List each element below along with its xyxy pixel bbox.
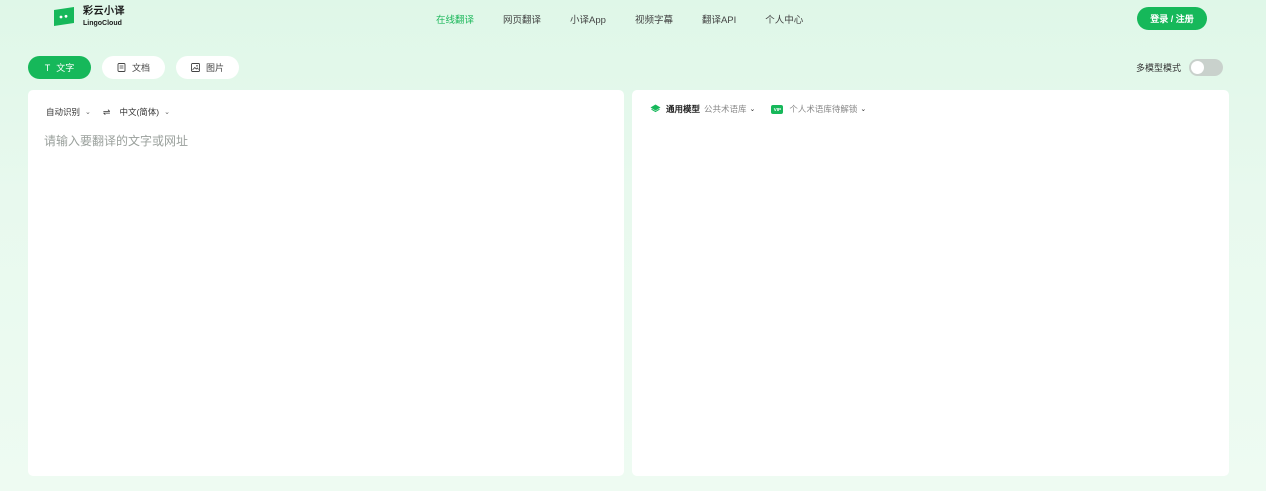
vip-badge-icon: VIP — [771, 104, 784, 114]
source-language-label: 自动识别 — [46, 107, 81, 117]
target-language-select[interactable]: 中文(简体) ⌄ — [119, 106, 170, 118]
multi-model-label: 多模型模式 — [1136, 63, 1182, 73]
multi-model-toggle-group: 多模型模式 — [1136, 59, 1224, 76]
source-text-input[interactable] — [44, 132, 604, 452]
tab-document-label: 文档 — [131, 63, 150, 73]
model-name: 通用模型 — [666, 104, 701, 114]
app-name-en: LingoCloud — [83, 20, 122, 27]
layers-icon — [650, 104, 661, 115]
language-bar: 自动识别 ⌄ ⇌ 中文(简体) ⌄ — [46, 106, 170, 118]
tab-image[interactable]: 图片 — [176, 56, 239, 79]
nav-app[interactable]: 小译App — [570, 12, 606, 26]
app-logo[interactable]: 彩云小译 LingoCloud — [52, 6, 125, 28]
personal-termbase-select[interactable]: VIP 个人术语库待解锁 ⌄ — [771, 103, 866, 115]
nav-translate-api[interactable]: 翻译API — [702, 12, 736, 26]
swap-languages-icon[interactable]: ⇌ — [103, 107, 111, 118]
chevron-down-icon: ⌄ — [85, 109, 91, 116]
personal-termbase-label: 个人术语库待解锁 — [789, 104, 858, 114]
chevron-down-icon: ⌄ — [860, 106, 867, 113]
chevron-down-icon: ⌄ — [164, 109, 170, 116]
model-select[interactable]: 通用模型 公共术语库 ⌄ — [650, 103, 755, 115]
nav-online-translate[interactable]: 在线翻译 — [436, 12, 474, 26]
tab-text[interactable]: T 文字 — [28, 56, 91, 79]
app-name-cn: 彩云小译 — [83, 6, 125, 17]
model-termbase: 公共术语库 — [704, 104, 747, 114]
tab-text-label: 文字 — [56, 63, 75, 73]
nav-video-subtitles[interactable]: 视频字幕 — [635, 12, 673, 26]
page: 彩云小译 LingoCloud 在线翻译 网页翻译 小译App 视频字幕 翻译A… — [0, 0, 1266, 491]
target-language-label: 中文(简体) — [119, 107, 160, 117]
switch-knob — [1191, 61, 1205, 74]
image-icon — [191, 63, 200, 72]
document-icon — [117, 63, 126, 72]
main-nav: 在线翻译 网页翻译 小译App 视频字幕 翻译API 个人中心 — [436, 12, 832, 26]
tab-document[interactable]: 文档 — [102, 56, 165, 79]
nav-personal-center[interactable]: 个人中心 — [765, 12, 803, 26]
source-panel: 自动识别 ⌄ ⇌ 中文(简体) ⌄ — [28, 90, 624, 476]
multi-model-switch[interactable] — [1189, 59, 1224, 76]
result-panel: 通用模型 公共术语库 ⌄ VIP 个人术语库待解锁 ⌄ — [632, 90, 1229, 476]
model-bar: 通用模型 公共术语库 ⌄ VIP 个人术语库待解锁 ⌄ — [650, 103, 866, 115]
nav-web-translate[interactable]: 网页翻译 — [503, 12, 541, 26]
login-register-button[interactable]: 登录 / 注册 — [1137, 7, 1207, 30]
text-icon: T — [44, 62, 51, 73]
chevron-down-icon: ⌄ — [749, 106, 756, 113]
mode-tabs: T 文字 文档 图片 — [28, 56, 250, 79]
source-language-select[interactable]: 自动识别 ⌄ — [46, 106, 91, 118]
tab-image-label: 图片 — [205, 63, 224, 73]
top-header: 彩云小译 LingoCloud 在线翻译 网页翻译 小译App 视频字幕 翻译A… — [0, 0, 1266, 40]
logo-icon — [52, 6, 76, 28]
